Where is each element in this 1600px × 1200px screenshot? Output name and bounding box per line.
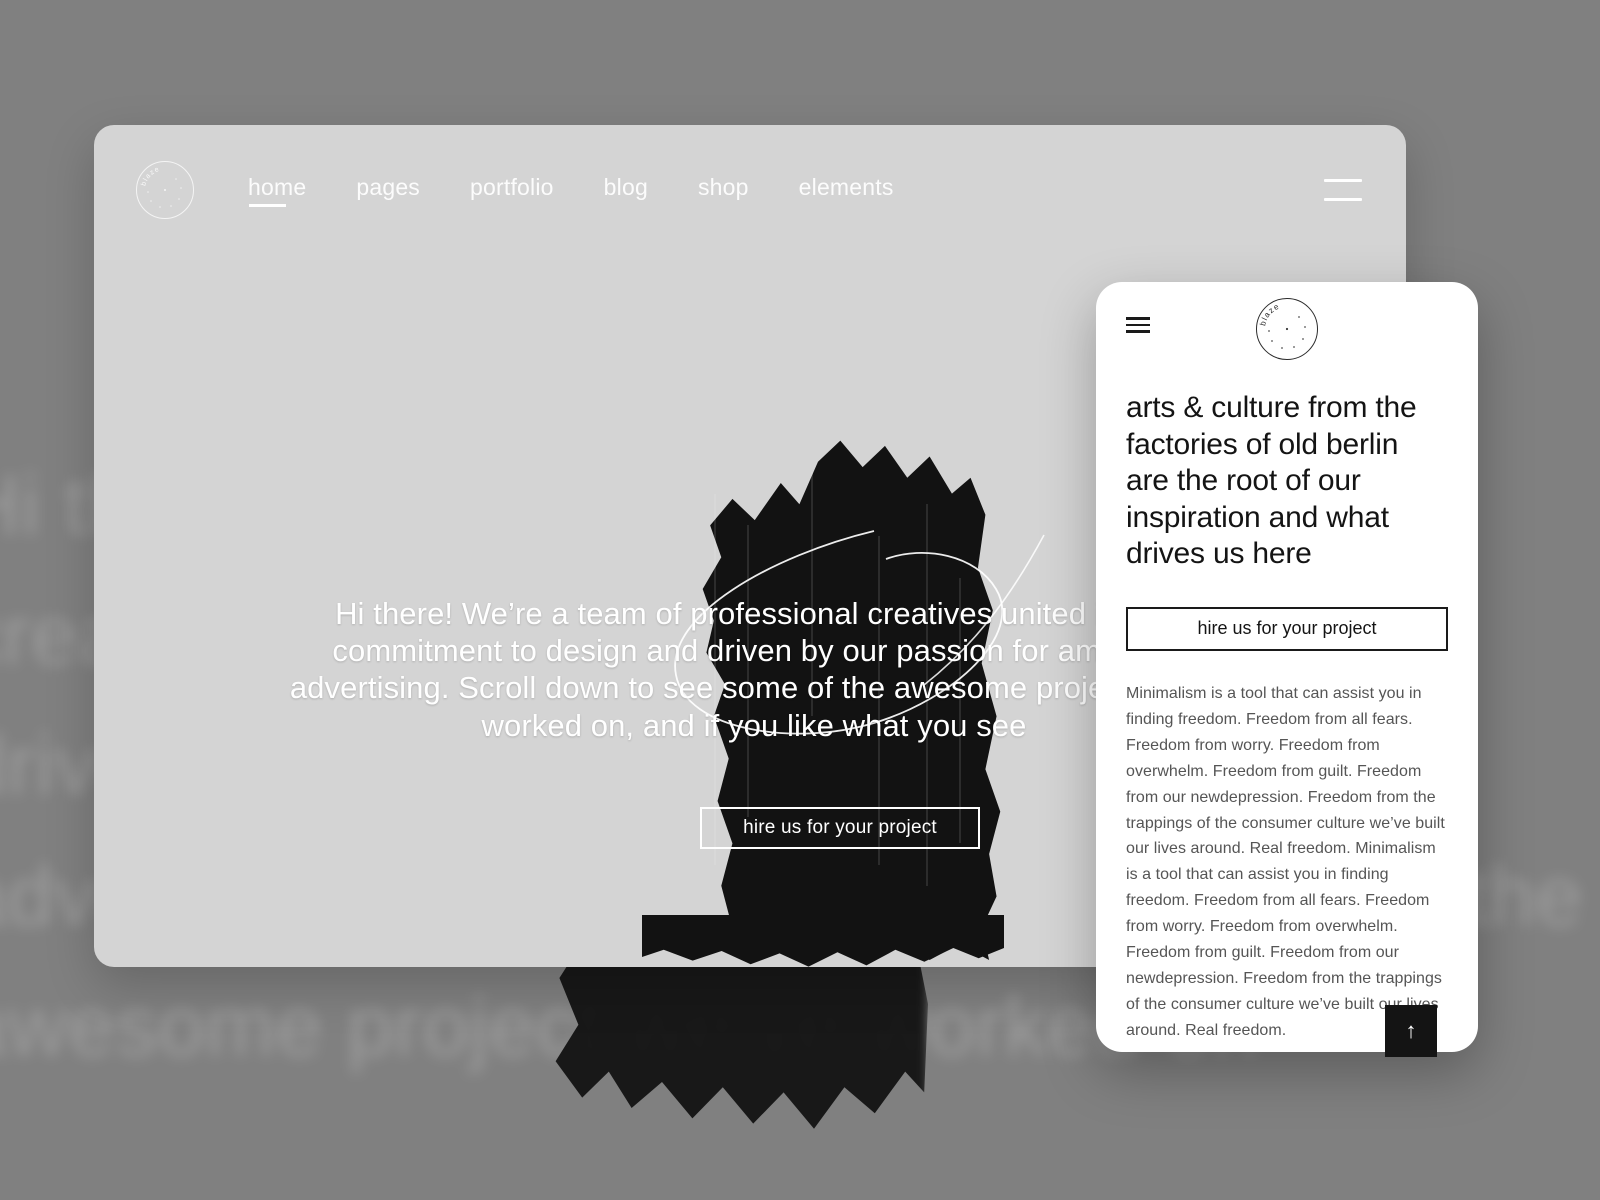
scroll-to-top-button[interactable]: ↑ (1385, 1005, 1437, 1057)
hire-us-button[interactable]: hire us for your project (700, 807, 980, 849)
nav-item-elements[interactable]: elements (799, 174, 894, 207)
svg-text:blaze: blaze (140, 166, 161, 187)
mobile-navbar: blaze (1096, 282, 1478, 368)
desktop-nav-menu: home pages portfolio blog shop elements (248, 174, 894, 207)
desktop-navbar: blaze home pages portfolio blog shop ele… (94, 125, 1406, 255)
svg-text:blaze: blaze (1258, 302, 1281, 327)
mobile-body-paragraph: Minimalism is a tool that can assist you… (1126, 684, 1445, 1039)
mobile-hamburger-menu-icon[interactable] (1126, 317, 1150, 333)
mobile-hire-us-button[interactable]: hire us for your project (1126, 606, 1448, 651)
hamburger-menu-icon[interactable] (1324, 179, 1362, 201)
nav-item-blog[interactable]: blog (604, 174, 648, 207)
mobile-content: arts & culture from the factories of old… (1096, 390, 1478, 1044)
mobile-logo-marks-icon: blaze (1258, 302, 1306, 349)
nav-item-pages[interactable]: pages (356, 174, 420, 207)
nav-item-shop[interactable]: shop (698, 174, 749, 207)
mobile-logo-badge[interactable]: blaze (1256, 298, 1318, 360)
mobile-headline: arts & culture from the factories of old… (1126, 391, 1417, 571)
logo-marks-icon: blaze (140, 166, 182, 208)
logo-badge[interactable]: blaze (136, 161, 194, 219)
mobile-preview-card: blaze arts & culture from the factories … (1096, 282, 1478, 1052)
nav-item-portfolio[interactable]: portfolio (470, 174, 554, 207)
nav-item-home[interactable]: home (248, 174, 306, 207)
